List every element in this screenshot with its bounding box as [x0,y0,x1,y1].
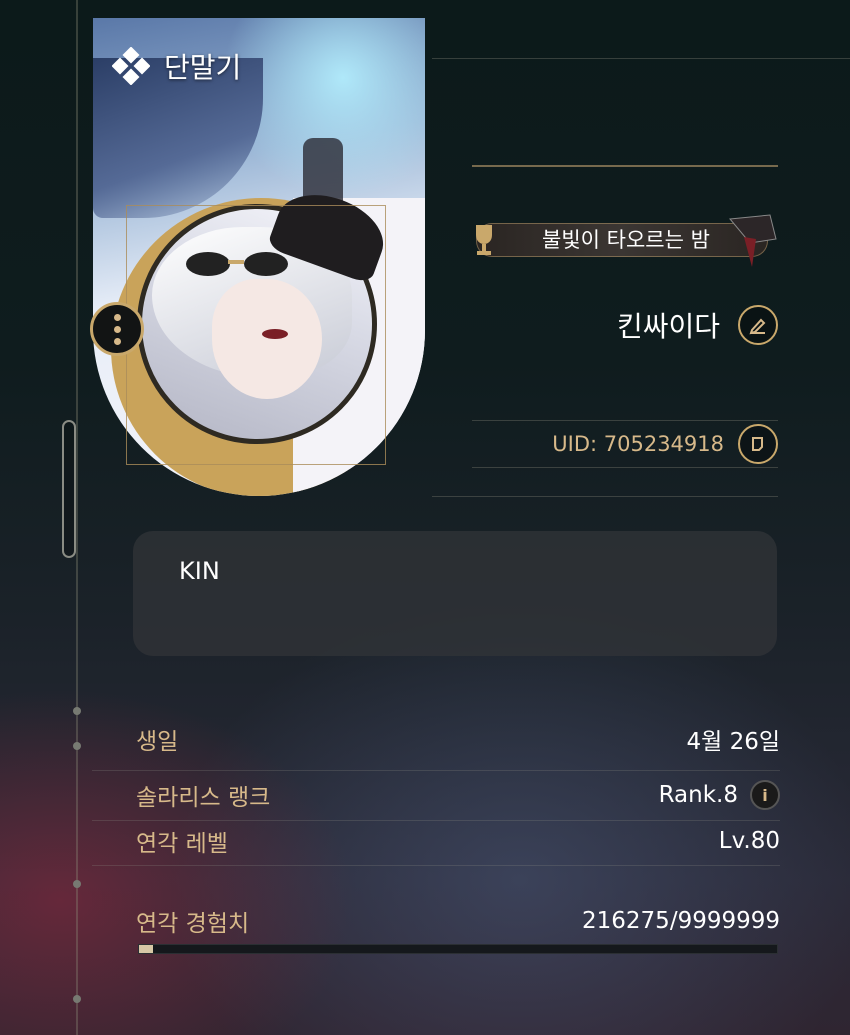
union-exp-label: 연각 경험치 [136,911,250,937]
more-vertical-icon [113,313,121,321]
uid-panel: UID: 705234918 [472,420,778,468]
solaris-rank-value: Rank.8 [658,782,738,808]
solaris-rank-row: 솔라리스 랭크 Rank.8 i [136,778,780,812]
signature-text: KIN [179,557,220,585]
copy-icon [752,437,763,451]
divider [432,58,850,59]
card-header: 단말기 [112,46,241,86]
player-name: 킨싸이다 [616,310,720,343]
birthday-label: 생일 [136,729,179,755]
more-vertical-icon-dot [113,325,121,333]
rail-dot [73,995,81,1003]
rail-dot [73,707,81,715]
solaris-rank-value-group: Rank.8 i [659,780,780,810]
name-row: 킨싸이다 [617,305,778,345]
signature-box[interactable]: KIN [133,531,777,656]
card-title: 단말기 [164,51,242,84]
scrollbar-handle[interactable] [62,420,76,558]
edit-name-button[interactable] [738,305,778,345]
diamond-cluster-icon [112,47,150,85]
ribbon-icon [729,214,777,267]
rail-dot [73,880,81,888]
divider [472,165,778,167]
birthday-value: 4월 26일 [686,729,780,755]
title-badge[interactable]: 불빛이 타오르는 밤 [470,213,780,267]
row-divider [92,770,780,771]
title-badge-label: 불빛이 타오르는 밤 [542,228,710,252]
union-level-label: 연각 레벨 [136,831,228,857]
exp-progress-bar [138,944,778,954]
info-icon[interactable]: i [750,780,780,810]
birthday-row: 생일 4월 26일 [136,722,780,756]
uid-text: UID: 705234918 [552,432,724,456]
union-level-row: 연각 레벨 Lv.80 [136,824,780,858]
row-divider [92,865,780,866]
rail-dot [73,742,81,750]
more-vertical-icon-dot [113,337,121,345]
copy-uid-button[interactable] [738,424,778,464]
exp-progress-fill [139,945,153,953]
more-menu-button[interactable] [90,302,144,356]
union-exp-value: 216275/9999999 [582,908,780,934]
pencil-icon [749,318,766,335]
divider [432,496,778,497]
trophy-icon [476,225,492,255]
avatar-frame [126,205,386,465]
union-exp-row: 연각 경험치 216275/9999999 [136,904,780,938]
union-level-value: Lv.80 [718,828,780,854]
row-divider [92,820,780,821]
solaris-rank-label: 솔라리스 랭크 [136,785,271,811]
